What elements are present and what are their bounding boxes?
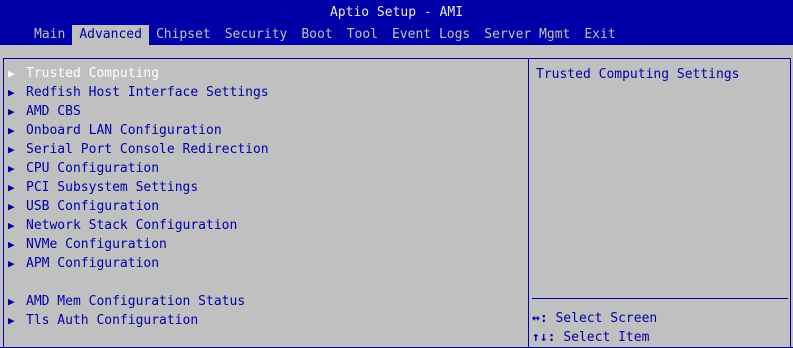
submenu-arrow-icon: ▶ (8, 143, 15, 156)
item-label: Serial Port Console Redirection (26, 142, 269, 157)
item-label: AMD Mem Configuration Status (26, 294, 246, 309)
submenu-arrow-icon: ▶ (8, 295, 15, 308)
menu-item-serial-port-console[interactable]: ▶ Serial Port Console Redirection (8, 140, 269, 159)
menu-item-amd-cbs[interactable]: ▶ AMD CBS (8, 102, 81, 121)
menu-item-network-stack[interactable]: ▶ Network Stack Configuration (8, 216, 237, 235)
item-label: CPU Configuration (26, 161, 160, 176)
menu-item-apm-configuration[interactable]: ▶ APM Configuration (8, 254, 159, 273)
menu-item-amd-mem-status[interactable]: ▶ AMD Mem Configuration Status (8, 292, 245, 311)
tab-boot[interactable]: Boot (294, 25, 339, 45)
item-label: APM Configuration (26, 256, 160, 271)
item-label: NVMe Configuration (26, 237, 167, 252)
item-label: Tls Auth Configuration (26, 313, 199, 328)
item-label: PCI Subsystem Settings (26, 180, 199, 195)
menu-item-tls-auth[interactable]: ▶ Tls Auth Configuration (8, 311, 198, 330)
tab-event-logs[interactable]: Event Logs (385, 25, 477, 45)
submenu-arrow-icon: ▶ (8, 219, 15, 232)
left-right-arrows-icon: ↔: (532, 311, 548, 326)
menu-item-nvme-configuration[interactable]: ▶ NVMe Configuration (8, 235, 167, 254)
settings-list-pane: ▶ Trusted Computing ▶ Redfish Host Interfa… (3, 58, 529, 348)
submenu-arrow-icon: ▶ (8, 238, 15, 251)
submenu-arrow-icon: ▶ (8, 314, 15, 327)
submenu-arrow-icon: ▶ (8, 181, 15, 194)
submenu-arrow-icon: ▶ (8, 86, 15, 99)
menu-item-usb-configuration[interactable]: ▶ USB Configuration (8, 197, 159, 216)
item-label: USB Configuration (26, 199, 160, 214)
submenu-arrow-icon: ▶ (8, 200, 15, 213)
tab-server-mgmt[interactable]: Server Mgmt (477, 25, 577, 45)
tab-chipset[interactable]: Chipset (149, 25, 218, 45)
submenu-arrow-icon: ▶ (8, 105, 15, 118)
menu-item-trusted-computing[interactable]: ▶ Trusted Computing (8, 64, 159, 83)
tab-main[interactable]: Main (27, 25, 72, 45)
tab-tool[interactable]: Tool (340, 25, 385, 45)
content-area: ▶ Trusted Computing ▶ Redfish Host Interfa… (0, 45, 793, 348)
submenu-arrow-icon: ▶ (8, 257, 15, 270)
submenu-arrow-icon: ▶ (8, 162, 15, 175)
keyhelp-action: Select Item (563, 330, 650, 345)
header-bar: Aptio Setup - AMI Main Advanced Chipset … (0, 0, 793, 45)
item-label: AMD CBS (26, 104, 81, 119)
menu-item-cpu-configuration[interactable]: ▶ CPU Configuration (8, 159, 159, 178)
keyhelp-select-item: ↑↓: Select Item (532, 328, 649, 347)
window-title: Aptio Setup - AMI (329, 5, 464, 20)
menu-item-onboard-lan[interactable]: ▶ Onboard LAN Configuration (8, 121, 222, 140)
help-pane: Trusted Computing Settings ↔: Select Scr… (528, 58, 791, 348)
submenu-arrow-icon: ▶ (8, 67, 15, 80)
item-label: Redfish Host Interface Settings (26, 85, 269, 100)
up-down-arrows-icon: ↑↓: (532, 330, 556, 345)
item-label: Network Stack Configuration (26, 218, 238, 233)
item-label: Onboard LAN Configuration (26, 123, 222, 138)
tab-advanced[interactable]: Advanced (72, 25, 149, 45)
menu-item-redfish-host-interface[interactable]: ▶ Redfish Host Interface Settings (8, 83, 269, 102)
help-divider (532, 298, 788, 299)
item-help-text: Trusted Computing Settings (536, 67, 740, 82)
menu-bar: Main Advanced Chipset Security Boot Tool… (27, 25, 623, 45)
menu-item-pci-subsystem[interactable]: ▶ PCI Subsystem Settings (8, 178, 198, 197)
submenu-arrow-icon: ▶ (8, 124, 15, 137)
keyhelp-select-screen: ↔: Select Screen (532, 309, 657, 328)
item-label: Trusted Computing (26, 66, 160, 81)
tab-security[interactable]: Security (218, 25, 295, 45)
keyhelp-action: Select Screen (555, 311, 658, 326)
tab-exit[interactable]: Exit (577, 25, 622, 45)
bios-setup-screen: Aptio Setup - AMI Main Advanced Chipset … (0, 0, 793, 348)
